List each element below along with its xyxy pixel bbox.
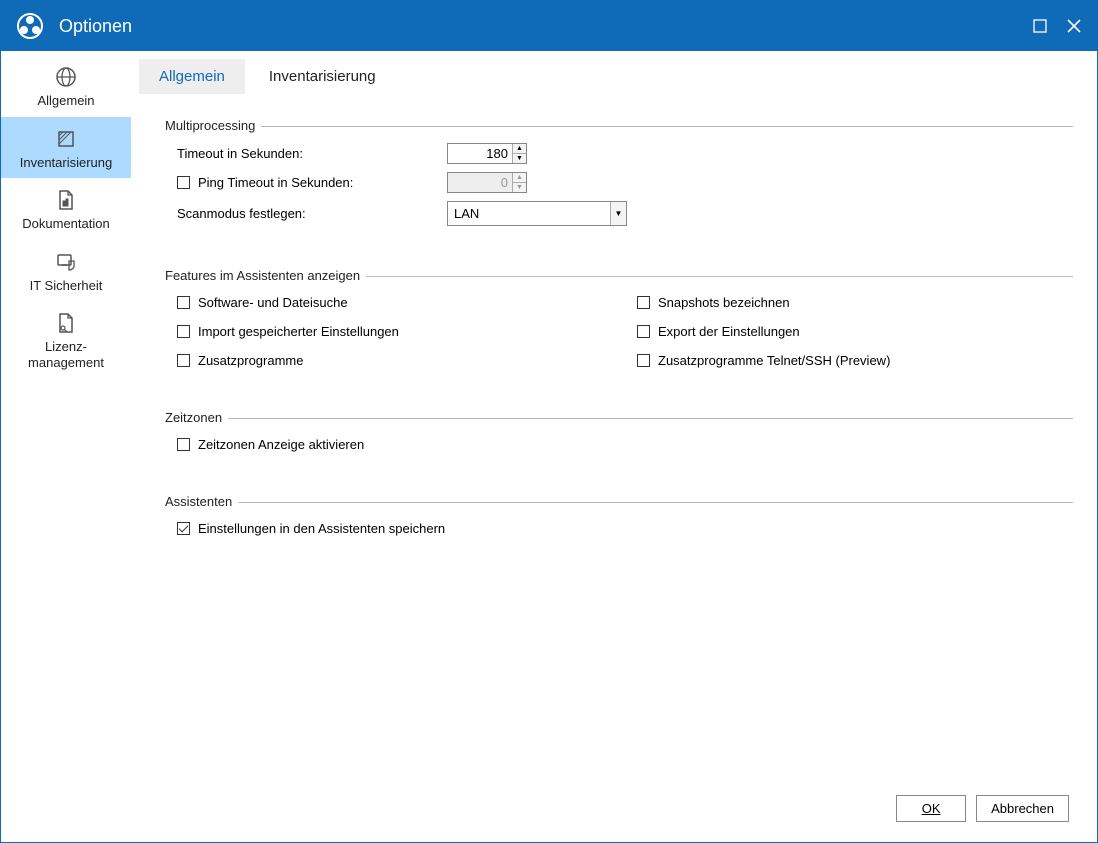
sidebar-item-label: Allgemein [37,93,94,109]
window-title: Optionen [59,16,132,37]
sidebar-item-inventarisierung[interactable]: Inventarisierung [1,117,131,179]
feature-checkbox[interactable] [177,296,190,309]
ping-timeout-spinner: ▲ ▼ [447,172,527,193]
sidebar: Allgemein Inventarisierung Dokumentation… [1,51,131,842]
ping-timeout-input [448,173,512,192]
titlebar: Optionen [1,1,1097,51]
zeitzonen-checkbox[interactable] [177,438,190,451]
tabs: Allgemein Inventarisierung [139,59,1083,94]
tab-inventarisierung[interactable]: Inventarisierung [249,59,396,94]
scanmode-select[interactable]: LAN ▼ [447,201,627,226]
feature-label: Snapshots bezeichnen [658,295,790,310]
section-zeitzonen: Zeitzonen [165,410,1073,425]
ping-timeout-checkbox[interactable] [177,176,190,189]
zeitzonen-label: Zeitzonen Anzeige aktivieren [198,437,364,452]
sidebar-item-label: Lizenz- management [28,339,104,370]
feature-checkbox[interactable] [637,296,650,309]
section-title: Assistenten [165,494,232,509]
feature-label: Import gespeicherter Einstellungen [198,324,399,339]
feature-label: Zusatzprogramme Telnet/SSH (Preview) [658,353,890,368]
ok-button[interactable]: OK [896,795,966,822]
feature-checkbox[interactable] [177,354,190,367]
feature-label: Software- und Dateisuche [198,295,348,310]
sidebar-item-allgemein[interactable]: Allgemein [1,55,131,117]
section-title: Zeitzonen [165,410,222,425]
scanmode-value: LAN [448,202,610,225]
document-icon [54,188,78,212]
section-multiprocessing: Multiprocessing [165,118,1073,133]
scanmode-label: Scanmodus festlegen: [177,206,447,221]
maximize-button[interactable] [1023,9,1057,43]
sidebar-item-it-sicherheit[interactable]: IT Sicherheit [1,240,131,302]
section-title: Features im Assistenten anzeigen [165,268,360,283]
feature-label: Export der Einstellungen [658,324,800,339]
feature-checkbox[interactable] [637,325,650,338]
dialog-footer: OK Abbrechen [135,785,1083,832]
globe-icon [54,65,78,89]
timeout-input[interactable] [448,144,512,163]
ping-timeout-label: Ping Timeout in Sekunden: [198,175,353,190]
content-panel: Multiprocessing Timeout in Sekunden: ▲ ▼ [135,94,1083,785]
sidebar-item-label: IT Sicherheit [30,278,103,294]
spin-up-icon: ▲ [513,173,526,183]
close-button[interactable] [1057,9,1091,43]
spin-up-icon[interactable]: ▲ [513,144,526,154]
chevron-down-icon[interactable]: ▼ [610,202,626,225]
timeout-label: Timeout in Sekunden: [177,146,447,161]
spin-down-icon: ▼ [513,183,526,192]
spin-down-icon[interactable]: ▼ [513,154,526,163]
assistenten-checkbox[interactable] [177,522,190,535]
feature-checkbox[interactable] [637,354,650,367]
assistenten-label: Einstellungen in den Assistenten speiche… [198,521,445,536]
sidebar-item-lizenzmanagement[interactable]: Lizenz- management [1,301,131,378]
cancel-button[interactable]: Abbrechen [976,795,1069,822]
feature-checkbox[interactable] [177,325,190,338]
tab-allgemein[interactable]: Allgemein [139,59,245,94]
feature-label: Zusatzprogramme [198,353,303,368]
section-features: Features im Assistenten anzeigen [165,268,1073,283]
sidebar-item-label: Dokumentation [22,216,109,232]
sidebar-item-dokumentation[interactable]: Dokumentation [1,178,131,240]
section-title: Multiprocessing [165,118,255,133]
sidebar-item-label: Inventarisierung [20,155,113,171]
shield-icon [54,250,78,274]
license-icon [54,311,78,335]
section-assistenten: Assistenten [165,494,1073,509]
app-logo-icon [15,11,45,41]
timeout-spinner[interactable]: ▲ ▼ [447,143,527,164]
inventory-icon [54,127,78,151]
